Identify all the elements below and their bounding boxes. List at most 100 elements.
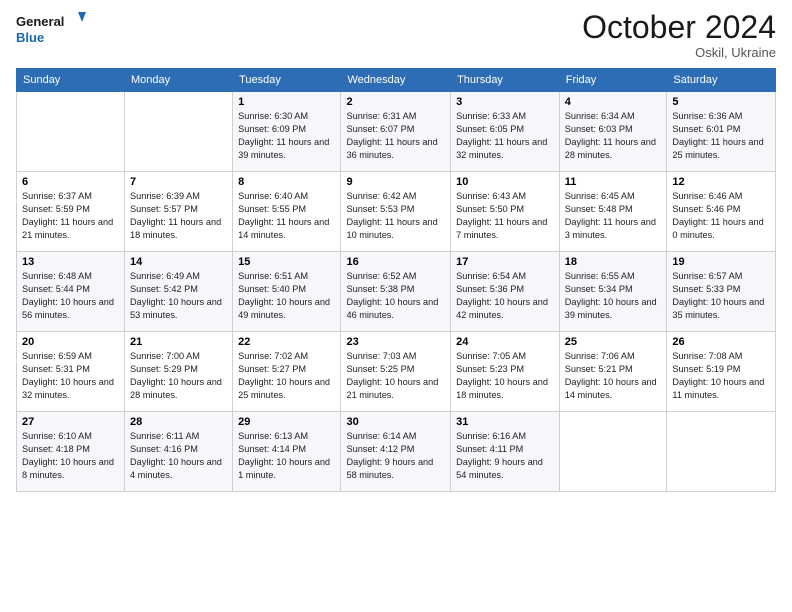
cell-w4-d5: 24 Sunrise: 7:05 AMSunset: 5:23 PMDaylig…: [451, 332, 560, 412]
day-number: 10: [456, 176, 554, 188]
cell-w1-d3: 1 Sunrise: 6:30 AMSunset: 6:09 PMDayligh…: [233, 92, 341, 172]
cell-w5-d6: [559, 412, 667, 492]
cell-w1-d5: 3 Sunrise: 6:33 AMSunset: 6:05 PMDayligh…: [451, 92, 560, 172]
cell-w5-d2: 28 Sunrise: 6:11 AMSunset: 4:16 PMDaylig…: [124, 412, 232, 492]
day-detail: Sunrise: 6:59 AMSunset: 5:31 PMDaylight:…: [22, 350, 119, 402]
cell-w5-d5: 31 Sunrise: 6:16 AMSunset: 4:11 PMDaylig…: [451, 412, 560, 492]
day-detail: Sunrise: 6:16 AMSunset: 4:11 PMDaylight:…: [456, 430, 554, 482]
day-detail: Sunrise: 6:45 AMSunset: 5:48 PMDaylight:…: [565, 190, 662, 242]
day-detail: Sunrise: 7:06 AMSunset: 5:21 PMDaylight:…: [565, 350, 662, 402]
week-row-4: 20 Sunrise: 6:59 AMSunset: 5:31 PMDaylig…: [17, 332, 776, 412]
day-number: 14: [130, 256, 227, 268]
day-detail: Sunrise: 6:33 AMSunset: 6:05 PMDaylight:…: [456, 110, 554, 162]
calendar-page: General Blue October 2024 Oskil, Ukraine…: [0, 0, 792, 612]
day-number: 26: [672, 336, 770, 348]
cell-w4-d4: 23 Sunrise: 7:03 AMSunset: 5:25 PMDaylig…: [341, 332, 451, 412]
day-detail: Sunrise: 6:39 AMSunset: 5:57 PMDaylight:…: [130, 190, 227, 242]
day-number: 9: [346, 176, 445, 188]
day-number: 17: [456, 256, 554, 268]
week-row-5: 27 Sunrise: 6:10 AMSunset: 4:18 PMDaylig…: [17, 412, 776, 492]
day-detail: Sunrise: 6:49 AMSunset: 5:42 PMDaylight:…: [130, 270, 227, 322]
col-friday: Friday: [559, 69, 667, 92]
header: General Blue October 2024 Oskil, Ukraine: [16, 10, 776, 60]
day-detail: Sunrise: 6:30 AMSunset: 6:09 PMDaylight:…: [238, 110, 335, 162]
day-detail: Sunrise: 6:57 AMSunset: 5:33 PMDaylight:…: [672, 270, 770, 322]
day-number: 31: [456, 416, 554, 428]
day-number: 3: [456, 96, 554, 108]
title-block: October 2024 Oskil, Ukraine: [582, 10, 776, 60]
col-sunday: Sunday: [17, 69, 125, 92]
day-number: 7: [130, 176, 227, 188]
cell-w3-d5: 17 Sunrise: 6:54 AMSunset: 5:36 PMDaylig…: [451, 252, 560, 332]
day-number: 22: [238, 336, 335, 348]
day-number: 21: [130, 336, 227, 348]
day-number: 18: [565, 256, 662, 268]
cell-w4-d1: 20 Sunrise: 6:59 AMSunset: 5:31 PMDaylig…: [17, 332, 125, 412]
cell-w2-d4: 9 Sunrise: 6:42 AMSunset: 5:53 PMDayligh…: [341, 172, 451, 252]
day-number: 20: [22, 336, 119, 348]
day-number: 1: [238, 96, 335, 108]
month-title: October 2024: [582, 10, 776, 45]
location-subtitle: Oskil, Ukraine: [582, 45, 776, 60]
day-detail: Sunrise: 7:05 AMSunset: 5:23 PMDaylight:…: [456, 350, 554, 402]
svg-text:Blue: Blue: [16, 30, 44, 45]
cell-w1-d6: 4 Sunrise: 6:34 AMSunset: 6:03 PMDayligh…: [559, 92, 667, 172]
day-detail: Sunrise: 6:10 AMSunset: 4:18 PMDaylight:…: [22, 430, 119, 482]
cell-w3-d2: 14 Sunrise: 6:49 AMSunset: 5:42 PMDaylig…: [124, 252, 232, 332]
cell-w3-d1: 13 Sunrise: 6:48 AMSunset: 5:44 PMDaylig…: [17, 252, 125, 332]
week-row-3: 13 Sunrise: 6:48 AMSunset: 5:44 PMDaylig…: [17, 252, 776, 332]
day-number: 16: [346, 256, 445, 268]
cell-w2-d7: 12 Sunrise: 6:46 AMSunset: 5:46 PMDaylig…: [667, 172, 776, 252]
cell-w3-d6: 18 Sunrise: 6:55 AMSunset: 5:34 PMDaylig…: [559, 252, 667, 332]
cell-w4-d6: 25 Sunrise: 7:06 AMSunset: 5:21 PMDaylig…: [559, 332, 667, 412]
logo-svg: General Blue: [16, 10, 86, 50]
day-detail: Sunrise: 6:51 AMSunset: 5:40 PMDaylight:…: [238, 270, 335, 322]
cell-w4-d3: 22 Sunrise: 7:02 AMSunset: 5:27 PMDaylig…: [233, 332, 341, 412]
col-thursday: Thursday: [451, 69, 560, 92]
day-number: 19: [672, 256, 770, 268]
day-number: 28: [130, 416, 227, 428]
day-detail: Sunrise: 6:37 AMSunset: 5:59 PMDaylight:…: [22, 190, 119, 242]
day-detail: Sunrise: 6:52 AMSunset: 5:38 PMDaylight:…: [346, 270, 445, 322]
day-detail: Sunrise: 6:13 AMSunset: 4:14 PMDaylight:…: [238, 430, 335, 482]
day-detail: Sunrise: 6:40 AMSunset: 5:55 PMDaylight:…: [238, 190, 335, 242]
cell-w3-d7: 19 Sunrise: 6:57 AMSunset: 5:33 PMDaylig…: [667, 252, 776, 332]
day-number: 6: [22, 176, 119, 188]
day-detail: Sunrise: 7:03 AMSunset: 5:25 PMDaylight:…: [346, 350, 445, 402]
day-number: 27: [22, 416, 119, 428]
svg-text:General: General: [16, 14, 64, 29]
cell-w5-d3: 29 Sunrise: 6:13 AMSunset: 4:14 PMDaylig…: [233, 412, 341, 492]
day-detail: Sunrise: 6:54 AMSunset: 5:36 PMDaylight:…: [456, 270, 554, 322]
day-detail: Sunrise: 7:08 AMSunset: 5:19 PMDaylight:…: [672, 350, 770, 402]
cell-w2-d5: 10 Sunrise: 6:43 AMSunset: 5:50 PMDaylig…: [451, 172, 560, 252]
day-number: 8: [238, 176, 335, 188]
day-detail: Sunrise: 7:02 AMSunset: 5:27 PMDaylight:…: [238, 350, 335, 402]
week-row-1: 1 Sunrise: 6:30 AMSunset: 6:09 PMDayligh…: [17, 92, 776, 172]
day-detail: Sunrise: 6:55 AMSunset: 5:34 PMDaylight:…: [565, 270, 662, 322]
day-detail: Sunrise: 6:46 AMSunset: 5:46 PMDaylight:…: [672, 190, 770, 242]
cell-w1-d4: 2 Sunrise: 6:31 AMSunset: 6:07 PMDayligh…: [341, 92, 451, 172]
cell-w5-d1: 27 Sunrise: 6:10 AMSunset: 4:18 PMDaylig…: [17, 412, 125, 492]
day-detail: Sunrise: 6:48 AMSunset: 5:44 PMDaylight:…: [22, 270, 119, 322]
cell-w2-d3: 8 Sunrise: 6:40 AMSunset: 5:55 PMDayligh…: [233, 172, 341, 252]
day-number: 5: [672, 96, 770, 108]
day-detail: Sunrise: 6:43 AMSunset: 5:50 PMDaylight:…: [456, 190, 554, 242]
cell-w3-d4: 16 Sunrise: 6:52 AMSunset: 5:38 PMDaylig…: [341, 252, 451, 332]
col-saturday: Saturday: [667, 69, 776, 92]
day-number: 4: [565, 96, 662, 108]
day-number: 11: [565, 176, 662, 188]
day-number: 24: [456, 336, 554, 348]
week-row-2: 6 Sunrise: 6:37 AMSunset: 5:59 PMDayligh…: [17, 172, 776, 252]
day-number: 23: [346, 336, 445, 348]
day-detail: Sunrise: 6:14 AMSunset: 4:12 PMDaylight:…: [346, 430, 445, 482]
col-monday: Monday: [124, 69, 232, 92]
day-detail: Sunrise: 6:36 AMSunset: 6:01 PMDaylight:…: [672, 110, 770, 162]
day-number: 30: [346, 416, 445, 428]
col-wednesday: Wednesday: [341, 69, 451, 92]
cell-w1-d1: [17, 92, 125, 172]
cell-w3-d3: 15 Sunrise: 6:51 AMSunset: 5:40 PMDaylig…: [233, 252, 341, 332]
day-number: 15: [238, 256, 335, 268]
cell-w4-d7: 26 Sunrise: 7:08 AMSunset: 5:19 PMDaylig…: [667, 332, 776, 412]
cell-w2-d1: 6 Sunrise: 6:37 AMSunset: 5:59 PMDayligh…: [17, 172, 125, 252]
day-number: 25: [565, 336, 662, 348]
